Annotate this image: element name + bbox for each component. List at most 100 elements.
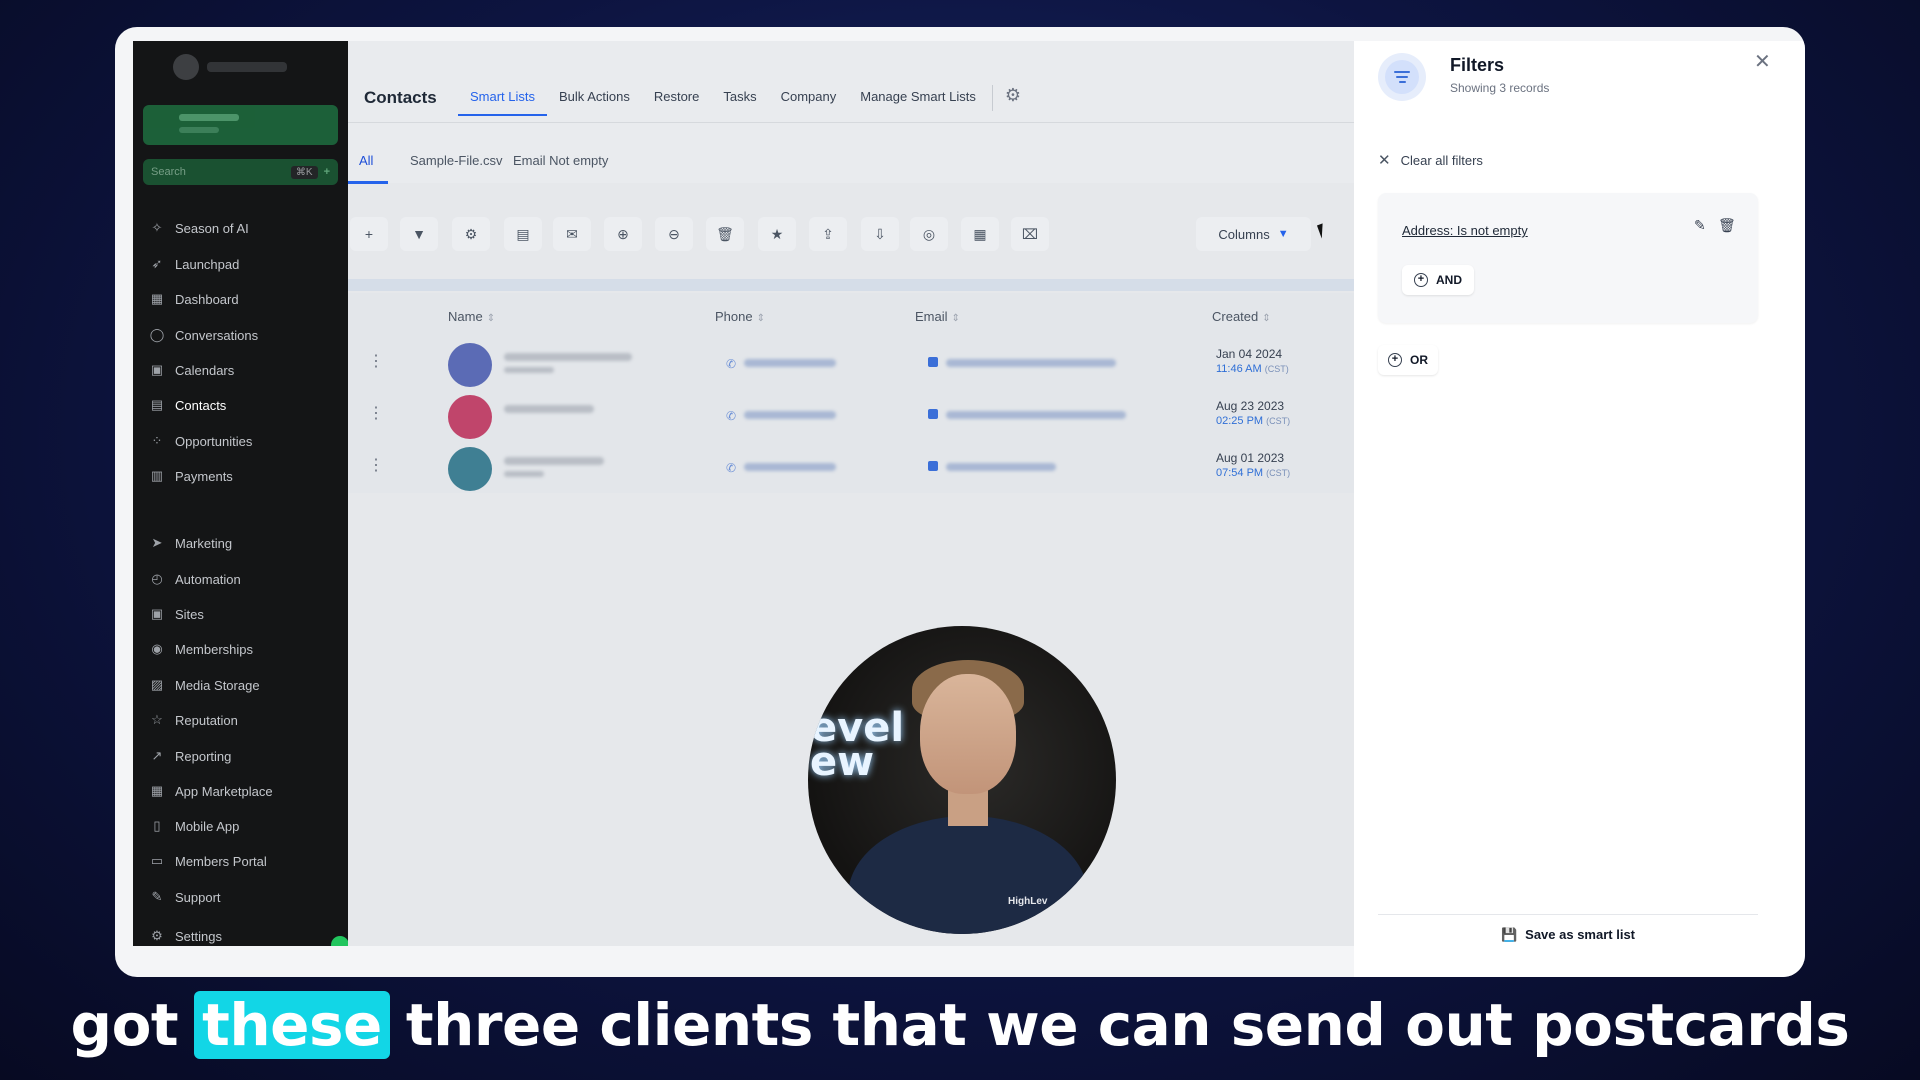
contacts-table: Name ⇕ Phone ⇕ Email ⇕ Created ⇕ ⋮ ✆ Jan 04 20… — [348, 293, 1354, 493]
table-row[interactable]: ⋮ ✆ Jan 04 2024 11:46 AM (CST) — [348, 337, 1354, 389]
filters-record-count: Showing 3 records — [1450, 81, 1550, 95]
phone-redacted — [744, 463, 836, 471]
sidebar-search[interactable]: Search ⌘K + — [143, 159, 338, 185]
filter-condition[interactable]: Address: Is not empty — [1402, 223, 1528, 238]
sidebar-item-label: Calendars — [175, 362, 235, 378]
sidebar-item-settings[interactable]: ⚙ Settings — [149, 928, 222, 944]
quick-add-icon[interactable]: + — [324, 166, 330, 178]
save-as-smart-list-button[interactable]: 💾 Save as smart list — [1378, 914, 1758, 954]
account-switcher[interactable] — [143, 105, 338, 145]
table-row[interactable]: ⋮ ✆ Aug 01 2023 07:54 PM (CST) — [348, 441, 1354, 493]
mobile-icon: ▯ — [153, 818, 161, 833]
calendar-icon: ▣ — [150, 362, 164, 377]
import-button[interactable]: ⇩ — [861, 217, 899, 251]
sidebar-item-opportunities[interactable]: ⁘ Opportunities — [149, 433, 253, 449]
tab-restore[interactable]: Restore — [642, 89, 712, 116]
brand-logo — [173, 54, 293, 80]
add-contact-button[interactable]: + — [350, 217, 388, 251]
row-menu-icon[interactable]: ⋮ — [368, 351, 384, 371]
add-or-group-button[interactable]: + OR — [1378, 345, 1438, 375]
sidebar-item-contacts[interactable]: ▤ Contacts — [149, 397, 226, 413]
email-button[interactable]: ✉ — [553, 217, 591, 251]
search-shortcut: ⌘K — [290, 165, 318, 179]
sidebar-item-members-portal[interactable]: ▭ Members Portal — [149, 853, 267, 869]
collapse-sidebar-button[interactable] — [331, 936, 348, 946]
header-tabs: Smart Lists Bulk Actions Restore Tasks Compa… — [458, 85, 1021, 116]
sidebar-item-payments[interactable]: ▥ Payments — [149, 468, 233, 484]
sidebar-item-support[interactable]: ✎ Support — [149, 889, 221, 905]
row-menu-icon[interactable]: ⋮ — [368, 455, 384, 475]
payments-icon: ▥ — [150, 468, 164, 483]
subtab-sample-file[interactable]: Sample-File.csv — [410, 153, 502, 168]
sidebar-item-calendars[interactable]: ▣ Calendars — [149, 362, 234, 378]
presenter-face — [920, 674, 1016, 794]
remove-tag-button[interactable]: ⊖ — [655, 217, 693, 251]
caption-before: got — [70, 991, 179, 1059]
column-header-name[interactable]: Name ⇕ — [448, 309, 495, 324]
add-and-condition-button[interactable]: + AND — [1402, 265, 1474, 295]
sidebar-item-automation[interactable]: ◴ Automation — [149, 571, 241, 587]
sidebar-item-media-storage[interactable]: ▨ Media Storage — [149, 677, 260, 693]
save-label: Save as smart list — [1525, 927, 1636, 942]
table-row[interactable]: ⋮ ✆ Aug 23 2023 02:25 PM (CST) — [348, 389, 1354, 441]
subtab-all[interactable]: All — [359, 153, 373, 168]
column-header-email[interactable]: Email ⇕ — [915, 309, 960, 324]
sidebar-item-label: Automation — [175, 571, 241, 587]
merge-button[interactable]: ⌧ — [1011, 217, 1049, 251]
sidebar-item-marketing[interactable]: ➤ Marketing — [149, 535, 233, 551]
contact-company-redacted — [504, 367, 554, 373]
sidebar-item-sites[interactable]: ▣ Sites — [149, 606, 204, 622]
workflow-button[interactable]: ⚙ — [452, 217, 490, 251]
sidebar-item-mobile-app[interactable]: ▯ Mobile App — [149, 818, 239, 834]
rocket-icon: ➶ — [151, 256, 163, 271]
trash-icon[interactable]: 🗑 — [1718, 217, 1736, 234]
review-request-button[interactable]: ◎ — [910, 217, 948, 251]
sidebar-item-launchpad[interactable]: ➶ Launchpad — [149, 256, 240, 272]
clear-all-filters-button[interactable]: ✕ Clear all filters — [1378, 151, 1483, 169]
columns-dropdown[interactable]: Columns ▼ — [1196, 217, 1311, 251]
tab-manage-smart-lists[interactable]: Manage Smart Lists — [848, 89, 988, 116]
star-icon: ☆ — [151, 712, 163, 727]
media-icon: ▨ — [150, 677, 164, 692]
company-button[interactable]: ▦ — [961, 217, 999, 251]
email-redacted — [946, 463, 1056, 471]
sidebar-item-label: Reputation — [175, 712, 238, 728]
tab-bulk-actions[interactable]: Bulk Actions — [547, 89, 642, 116]
pencil-icon[interactable]: ✎ — [1694, 217, 1706, 234]
sidebar-item-reporting[interactable]: ↗ Reporting — [149, 748, 232, 764]
sidebar-item-memberships[interactable]: ◉ Memberships — [149, 641, 253, 657]
export-button[interactable]: ⇪ — [809, 217, 847, 251]
opportunities-icon: ⁘ — [151, 433, 163, 448]
sidebar-item-season-of-ai[interactable]: ✧ Season of AI — [149, 220, 249, 236]
filter-button[interactable]: ▼ — [400, 217, 438, 251]
tab-company[interactable]: Company — [769, 89, 849, 116]
contact-company-redacted — [504, 471, 544, 477]
delete-button[interactable]: 🗑 — [706, 217, 744, 251]
sidebar-item-conversations[interactable]: ◯ Conversations — [149, 327, 258, 343]
column-header-phone[interactable]: Phone ⇕ — [715, 309, 765, 324]
add-tag-button[interactable]: ⊕ — [604, 217, 642, 251]
star-button[interactable]: ★ — [758, 217, 796, 251]
column-header-created[interactable]: Created ⇕ — [1212, 309, 1271, 324]
sms-button[interactable]: ▤ — [504, 217, 542, 251]
subtab-email-not-empty[interactable]: Email Not empty — [513, 153, 608, 168]
tab-tasks[interactable]: Tasks — [711, 89, 768, 116]
gear-icon[interactable]: ⚙ — [1005, 85, 1021, 116]
search-input[interactable]: Search — [151, 166, 186, 178]
sidebar-item-app-marketplace[interactable]: ▦ App Marketplace — [149, 783, 273, 799]
sidebar-item-label: Payments — [175, 468, 233, 484]
sidebar-item-reputation[interactable]: ☆ Reputation — [149, 712, 238, 728]
reporting-icon: ↗ — [151, 748, 163, 763]
row-menu-icon[interactable]: ⋮ — [368, 403, 384, 423]
close-icon[interactable]: ✕ — [1754, 49, 1771, 74]
phone-redacted — [744, 411, 836, 419]
presenter-jacket — [848, 816, 1088, 934]
chevron-down-icon: ▼ — [1277, 228, 1289, 240]
sidebar-item-label: Sites — [175, 606, 204, 622]
avatar — [448, 343, 492, 387]
caption-highlight: these — [194, 991, 390, 1059]
sidebar-item-label: Launchpad — [175, 256, 240, 272]
tab-smart-lists[interactable]: Smart Lists — [458, 89, 548, 116]
clear-all-filters-label: Clear all filters — [1400, 152, 1483, 168]
sidebar-item-dashboard[interactable]: ▦ Dashboard — [149, 291, 239, 307]
